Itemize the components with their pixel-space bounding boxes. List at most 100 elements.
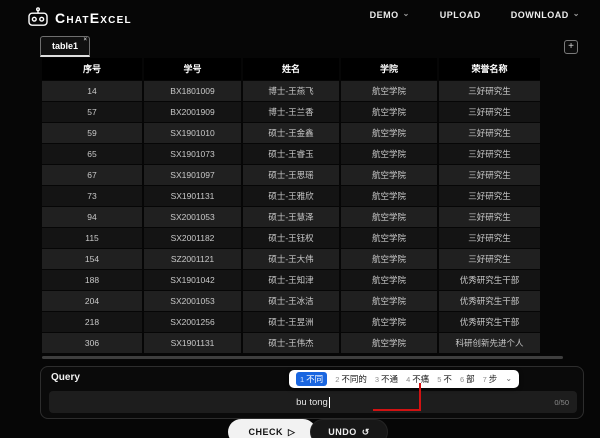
- table-cell: 硕士-王睿玉: [241, 142, 340, 164]
- brand: CHATEXCEL: [27, 7, 132, 28]
- table-cell: 航空学院: [339, 184, 438, 206]
- table-cell: 优秀研究生干部: [437, 310, 540, 332]
- nav-demo-label: DEMO: [369, 10, 399, 20]
- table-cell: 59: [42, 121, 143, 143]
- play-icon: ▷: [288, 426, 296, 437]
- ime-candidate-number: 5: [437, 374, 442, 384]
- ime-candidate-number: 2: [335, 374, 340, 384]
- table-cell: SX1901097: [142, 163, 242, 185]
- table-row: 73 SX1901131 硕士-王雅欣 航空学院 三好研究生: [42, 184, 540, 206]
- ime-candidate[interactable]: 7步: [483, 373, 498, 385]
- ime-candidate[interactable]: 6部: [460, 373, 475, 385]
- ime-candidate[interactable]: 5不: [437, 373, 452, 385]
- table-cell: 航空学院: [339, 205, 438, 227]
- table-cell: 科研创新先进个人: [437, 331, 540, 353]
- table-cell: 硕士-王慧泽: [241, 205, 340, 227]
- table-cell: 67: [42, 163, 143, 185]
- table-cell: 硕士-王昱洲: [241, 310, 340, 332]
- table-cell: SX1901073: [142, 142, 242, 164]
- char-counter: 0/50: [554, 398, 569, 407]
- table-row: 59 SX1901010 硕士-王金鑫 航空学院 三好研究生: [42, 121, 540, 143]
- nav-download[interactable]: DOWNLOAD ⌄: [510, 10, 580, 21]
- table-cell: 博士-王兰香: [241, 100, 340, 122]
- ime-candidate-text: 不痛: [412, 374, 430, 384]
- close-icon[interactable]: ×: [84, 37, 88, 43]
- top-nav: DEMO ⌄ UPLOAD DOWNLOAD ⌄: [369, 9, 580, 21]
- table-cell: 154: [42, 247, 143, 269]
- ime-candidate[interactable]: 2 不同的: [335, 373, 367, 385]
- ime-candidate-text: 不同的: [341, 374, 367, 384]
- table-cell: 航空学院: [339, 247, 438, 269]
- table-row: 57 BX2001909 博士-王兰香 航空学院 三好研究生: [42, 100, 540, 122]
- table-row: 188 SX1901042 硕士-王知津 航空学院 优秀研究生干部: [42, 268, 540, 290]
- chevron-down-icon[interactable]: ⌄: [505, 374, 512, 383]
- table-cell: SX2001256: [142, 310, 242, 332]
- table-cell: SX1901042: [142, 268, 242, 290]
- nav-upload[interactable]: UPLOAD: [440, 10, 481, 20]
- undo-button-label: UNDO: [328, 427, 357, 437]
- table-row: 115 SX2001182 硕士-王钰权 航空学院 三好研究生: [42, 226, 540, 248]
- ime-candidate-text: 不同: [306, 374, 324, 384]
- table-cell: 航空学院: [339, 268, 438, 290]
- table-cell: BX1801009: [142, 79, 242, 101]
- chatexcel-app: CHATEXCEL DEMO ⌄ UPLOAD DOWNLOAD ⌄ table…: [0, 0, 600, 438]
- table-cell: 三好研究生: [437, 100, 540, 122]
- table-cell: 硕士-王思瑶: [241, 163, 340, 185]
- query-input[interactable]: bu tong 0/50: [49, 391, 577, 413]
- column-header: 学院: [339, 58, 438, 80]
- table-cell: 硕士-王知津: [241, 268, 340, 290]
- table-cell: BX2001909: [142, 100, 242, 122]
- column-header: 序号: [42, 58, 143, 80]
- ime-candidate-text: 不通: [381, 374, 399, 384]
- table-cell: SX1901010: [142, 121, 242, 143]
- table-cell: 硕士-王雅欣: [241, 184, 340, 206]
- chevron-down-icon: ⌄: [402, 9, 410, 18]
- brand-name: CHATEXCEL: [55, 9, 132, 26]
- ime-candidate[interactable]: 3 不通: [375, 373, 398, 385]
- ime-candidate-number: 4: [406, 374, 411, 384]
- table-row: 65 SX1901073 硕士-王睿玉 航空学院 三好研究生: [42, 142, 540, 164]
- nav-demo[interactable]: DEMO ⌄: [369, 9, 410, 21]
- table-cell: 218: [42, 310, 143, 332]
- table-cell: 航空学院: [339, 289, 438, 311]
- nav-upload-label: UPLOAD: [439, 10, 481, 20]
- table-cell: 三好研究生: [437, 142, 540, 164]
- table-cell: 94: [42, 205, 143, 227]
- table-cell: SX2001053: [142, 289, 242, 311]
- table-cell: 航空学院: [339, 163, 438, 185]
- ime-candidate[interactable]: 1 不同: [296, 372, 328, 386]
- tab-table1[interactable]: table1 ×: [40, 36, 91, 57]
- check-button[interactable]: CHECK ▷: [228, 419, 316, 438]
- table-cell: 三好研究生: [437, 79, 540, 101]
- table-cell: 57: [42, 100, 143, 122]
- ime-candidate[interactable]: 4 不痛: [406, 373, 429, 385]
- undo-button[interactable]: UNDO ↺: [310, 419, 388, 438]
- nav-download-label: DOWNLOAD: [510, 10, 569, 20]
- table-cell: SX1901131: [142, 184, 242, 206]
- table-cell: 硕士-王大伟: [241, 247, 340, 269]
- table-cell: 306: [42, 331, 143, 353]
- data-table-container: 序号 学号 姓名 学院 荣誉名称 14 BX1801009 博士-王燕飞 航空学院 三好研究生 5…: [42, 58, 540, 353]
- query-input-value: bu tong: [296, 396, 328, 408]
- table-cell: 硕士-王钰权: [241, 226, 340, 248]
- table-cell: 三好研究生: [437, 226, 540, 248]
- table-cell: 航空学院: [339, 142, 438, 164]
- top-bar: CHATEXCEL DEMO ⌄ UPLOAD DOWNLOAD ⌄: [0, 0, 600, 30]
- table-header-row: 序号 学号 姓名 学院 荣誉名称: [42, 58, 540, 80]
- table-cell: 硕士-王金鑫: [241, 121, 340, 143]
- add-table-button[interactable]: +: [564, 40, 578, 54]
- table-cell: 航空学院: [339, 100, 438, 122]
- table-cell: 航空学院: [339, 310, 438, 332]
- table-body: 14 BX1801009 博士-王燕飞 航空学院 三好研究生 57 BX2001909 博士-…: [42, 79, 540, 353]
- tab-table1-label: table1: [52, 41, 79, 51]
- table-cell: 188: [42, 268, 143, 290]
- table-row: 14 BX1801009 博士-王燕飞 航空学院 三好研究生: [42, 79, 540, 101]
- text-cursor: [328, 396, 330, 408]
- table-cell: 115: [42, 226, 143, 248]
- ime-candidate-text: 部: [466, 374, 475, 384]
- table-cell: SZ2001121: [142, 247, 242, 269]
- undo-icon: ↺: [361, 426, 370, 437]
- column-header: 姓名: [241, 58, 340, 80]
- robot-logo-icon: [27, 7, 49, 28]
- horizontal-scrollbar[interactable]: [42, 356, 563, 359]
